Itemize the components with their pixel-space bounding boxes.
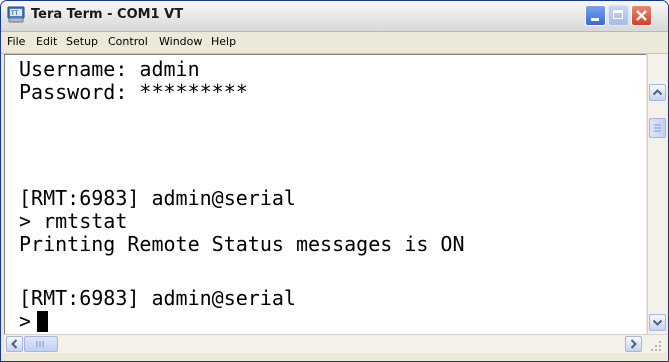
grip-lines-icon <box>654 124 661 132</box>
title-bar[interactable]: TT Tera Term - COM1 VT <box>1 1 668 32</box>
scroll-up-button[interactable] <box>649 84 666 101</box>
teraterm-window: TT Tera Term - COM1 VT File Edit Setup C… <box>0 0 669 362</box>
menu-window[interactable]: Window <box>159 35 202 48</box>
terminal-cursor <box>37 311 49 332</box>
minimize-button[interactable] <box>585 5 606 26</box>
scroll-down-button[interactable] <box>649 314 666 331</box>
menu-control[interactable]: Control <box>108 35 148 48</box>
vertical-scrollbar[interactable] <box>647 54 667 334</box>
menu-help[interactable]: Help <box>211 35 236 48</box>
menu-bar: File Edit Setup Control Window Help <box>1 32 668 54</box>
chevron-right-icon <box>630 339 637 349</box>
menu-edit[interactable]: Edit <box>36 35 57 48</box>
chevron-down-icon <box>652 319 663 326</box>
chevron-left-icon <box>11 339 18 349</box>
terminal-line: Password: ********* <box>19 80 248 104</box>
vertical-scroll-thumb[interactable] <box>649 118 666 138</box>
scroll-left-button[interactable] <box>6 336 23 352</box>
scroll-right-button[interactable] <box>625 336 642 352</box>
resize-grip-icon[interactable] <box>645 339 663 353</box>
terminal-line: > rmtstat <box>19 209 128 233</box>
terminal-line: [RMT:6983] admin@serial <box>19 186 296 210</box>
terminal-line: [RMT:6983] admin@serial <box>19 286 296 310</box>
maximize-icon <box>613 10 623 19</box>
terminal-line: Printing Remote Status messages is ON <box>19 232 465 256</box>
horizontal-scrollbar[interactable] <box>4 334 667 353</box>
horizontal-scroll-thumb[interactable] <box>24 336 58 352</box>
chevron-up-icon <box>652 89 663 96</box>
window-title: Tera Term - COM1 VT <box>31 7 184 22</box>
menu-setup[interactable]: Setup <box>66 35 98 48</box>
terminal-line: Username: admin <box>19 57 200 81</box>
maximize-button[interactable] <box>608 5 629 26</box>
teraterm-icon[interactable]: TT <box>7 6 25 23</box>
terminal-prompt-line: > <box>19 309 49 333</box>
svg-text:TT: TT <box>11 10 19 17</box>
close-icon <box>632 6 651 25</box>
prompt-symbol: > <box>19 309 32 333</box>
close-button[interactable] <box>631 5 652 26</box>
menu-file[interactable]: File <box>7 35 25 48</box>
grip-lines-icon <box>36 341 44 347</box>
minimize-icon <box>591 18 599 21</box>
terminal-screen[interactable]: Username: admin Password: ********* [RMT… <box>4 54 646 334</box>
